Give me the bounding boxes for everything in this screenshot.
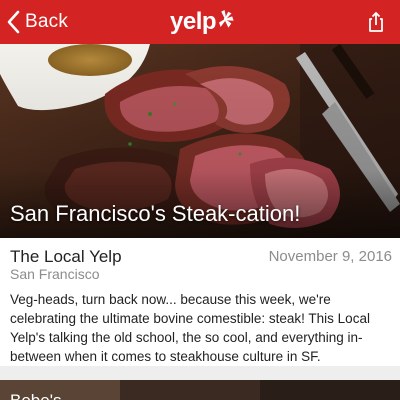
chevron-left-icon [7,10,20,34]
share-button[interactable] [364,10,388,34]
card-divider [0,366,400,380]
yelp-logo: yelp [170,6,234,38]
article-title: San Francisco's Steak-cation! [10,201,301,226]
share-icon [369,12,383,32]
logo-text: yelp [170,8,217,35]
post-body: Veg-heads, turn back now... because this… [10,292,370,364]
post-date: November 9, 2016 [268,248,392,265]
yelp-burst-icon [219,10,234,28]
post-location: San Francisco [10,266,100,282]
back-label: Back [25,11,69,32]
post-details: The Local Yelp November 9, 2016 San Fran… [0,238,400,370]
back-button[interactable]: Back [6,0,68,44]
screen: Back yelp San Francisco's Steak-cation! … [0,0,400,400]
navigation-bar: Back yelp [0,0,400,44]
post-author[interactable]: The Local Yelp [10,247,122,267]
hero-image[interactable]: San Francisco's Steak-cation! [0,44,400,238]
next-article-card[interactable]: Bebe's [0,380,400,400]
next-article-title: Bebe's [10,391,61,400]
